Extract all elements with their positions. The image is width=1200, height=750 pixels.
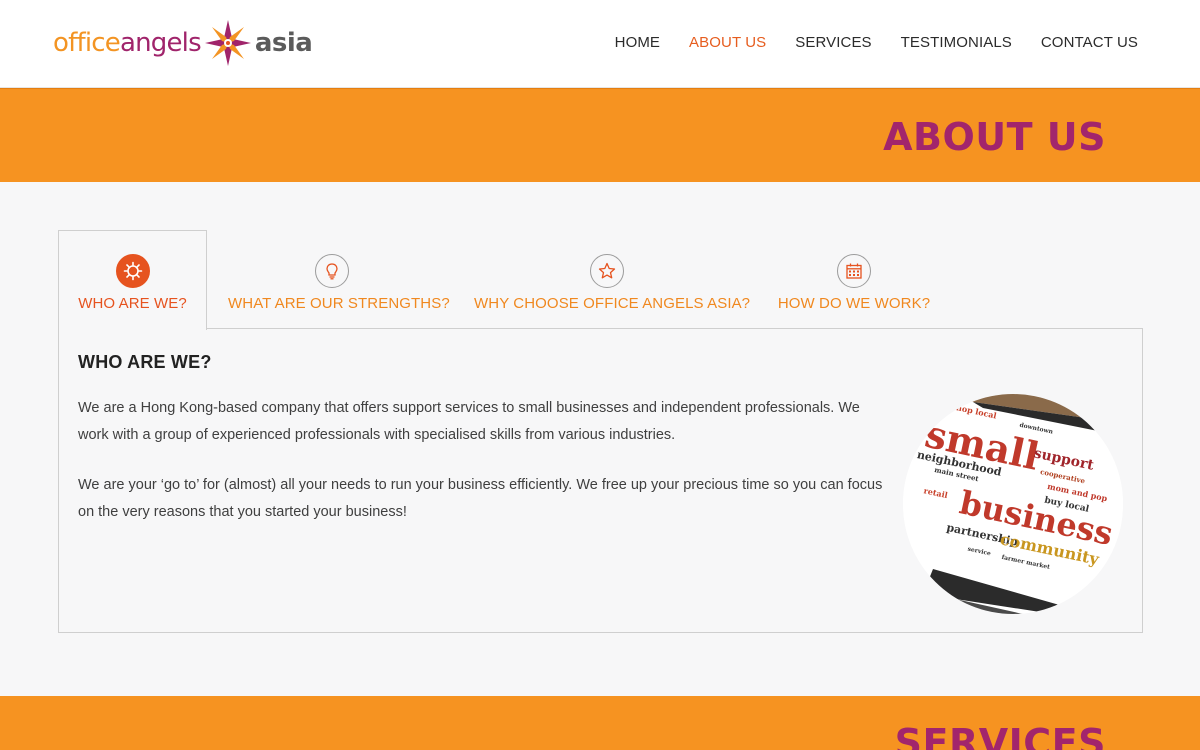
site-logo[interactable]: office angels asia xyxy=(53,18,313,68)
tab-how-we-work[interactable]: HOW DO WE WORK? xyxy=(776,230,932,329)
tab-label: WHY CHOOSE OFFICE ANGELS ASIA? xyxy=(474,295,751,312)
calendar-icon xyxy=(837,254,871,288)
services-heading: SERVICES xyxy=(894,721,1106,750)
tab-label: HOW DO WE WORK? xyxy=(777,295,931,312)
nav-contact-us[interactable]: CONTACT US xyxy=(1041,34,1138,51)
nav-home[interactable]: HOME xyxy=(615,34,660,51)
page-title: ABOUT US xyxy=(883,115,1106,159)
nav-services[interactable]: SERVICES xyxy=(795,34,871,51)
gear-icon xyxy=(115,254,150,288)
star-icon xyxy=(589,254,624,288)
section-heading: WHO ARE WE? xyxy=(78,352,212,372)
focus-paragraph: We are your ‘go to’ for (almost) all you… xyxy=(78,477,883,520)
tab-our-strengths[interactable]: WHAT ARE OUR STRENGTHS? xyxy=(228,230,450,329)
intro-paragraph: We are a Hong Kong-based company that of… xyxy=(78,400,860,443)
small-business-word-cloud-image: shop local downtown small neighborhood s… xyxy=(903,394,1123,614)
tab-why-choose-us[interactable]: WHY CHOOSE OFFICE ANGELS ASIA? xyxy=(474,230,751,329)
logo-text-angels: angels xyxy=(119,28,202,58)
nav-about-us[interactable]: ABOUT US xyxy=(689,34,766,51)
nav-testimonials[interactable]: TESTIMONIALS xyxy=(901,34,1012,51)
services-section: SERVICES xyxy=(0,696,1200,750)
logo-text-asia: asia xyxy=(254,28,313,58)
page-banner: ABOUT US xyxy=(0,88,1200,182)
tab-who-are-we[interactable]: WHO ARE WE? xyxy=(58,230,207,330)
tab-label: WHAT ARE OUR STRENGTHS? xyxy=(228,295,450,312)
tab-label: WHO ARE WE? xyxy=(78,295,187,312)
lightbulb-icon xyxy=(315,254,349,288)
compass-star-icon xyxy=(204,20,251,66)
tab-panel-who-are-we: WHO ARE WE? We are a Hong Kong-based com… xyxy=(58,328,1143,633)
logo-text-office: office xyxy=(53,28,121,58)
about-tabs: WHO ARE WE? WHAT ARE OUR STRENGTHS? WHY … xyxy=(58,230,1143,330)
site-header: office angels asia HOME ABOUT US SERVICE… xyxy=(0,0,1200,88)
main-nav: HOME ABOUT US SERVICES TESTIMONIALS CONT… xyxy=(586,34,1138,51)
